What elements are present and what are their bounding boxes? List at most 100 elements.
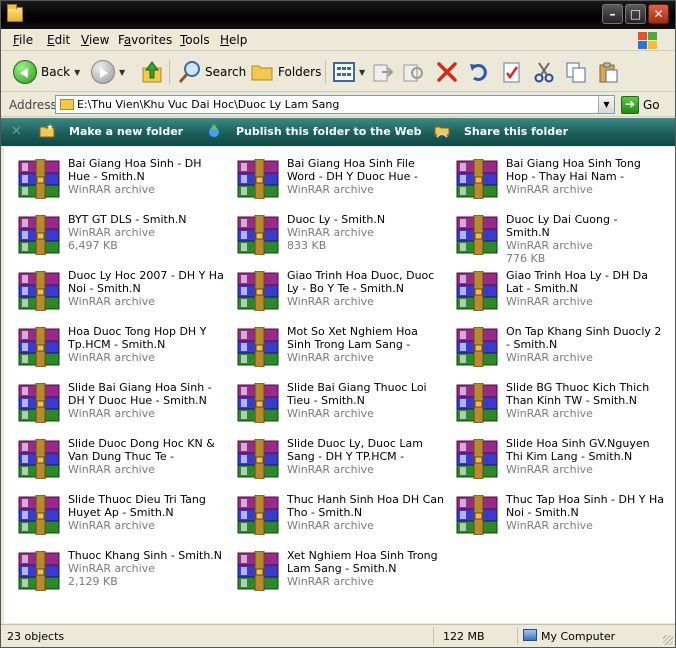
search-button[interactable]: Search [177, 58, 246, 86]
folders-button[interactable]: Folders [250, 58, 321, 86]
windows-logo-icon [637, 31, 659, 49]
file-name: Giao Trinh Hoa Duoc, Duoc Ly - Bo Y Te -… [287, 269, 435, 295]
winrar-archive-icon [18, 214, 62, 256]
chevron-down-icon[interactable]: ▼ [359, 68, 365, 77]
file-name: Thuoc Khang Sinh - Smith.N [68, 549, 223, 562]
title-bar[interactable]: – □ ✕ [1, 1, 675, 29]
menu-help[interactable]: Help [220, 33, 247, 47]
file-name: On Tap Khang Sinh Duocly 2 - Smith.N [506, 325, 662, 351]
file-item[interactable]: On Tap Khang Sinh Duocly 2 - Smith.N WinR… [448, 325, 663, 381]
file-item[interactable]: Bai Giang Hoa Sinh Tong Hop - Thay Hai N… [448, 157, 663, 213]
file-item[interactable]: Mot So Xet Nghiem Hoa Sinh Trong Lam San… [229, 325, 444, 381]
location-label: My Computer [541, 630, 616, 643]
file-type: WinRAR archive [506, 463, 593, 476]
file-item[interactable]: BYT GT DLS - Smith.N WinRAR archive 6,497 … [10, 213, 225, 269]
file-item[interactable]: Slide Bai Giang Hoa Sinh - DH Y Duoc Hue… [10, 381, 225, 437]
menu-file[interactable]: File [13, 33, 33, 47]
up-button[interactable] [141, 58, 163, 86]
winrar-archive-icon [237, 382, 281, 424]
file-item[interactable]: Thuc Hanh Sinh Hoa DH Can Tho - Smith.N W… [229, 493, 444, 549]
winrar-archive-icon [237, 438, 281, 480]
file-item[interactable]: Slide Duoc Dong Hoc KN & Van Dung Thuc T… [10, 437, 225, 493]
close-icon[interactable]: ✕ [11, 124, 22, 139]
address-dropdown-button[interactable]: ▼ [598, 96, 614, 113]
file-item[interactable]: Thuoc Khang Sinh - Smith.N WinRAR archive… [10, 549, 225, 605]
share-folder-icon [434, 126, 450, 138]
folder-tasks-bar: ✕ Make a new folder Publish this folder … [1, 118, 675, 146]
file-item[interactable]: Bai Giang Hoa Sinh File Word - DH Y Duoc… [229, 157, 444, 213]
winrar-archive-icon [456, 326, 500, 368]
file-type: WinRAR archive [68, 519, 155, 532]
address-input[interactable]: E:\Thu Vien\Khu Vuc Dai Hoc\Duoc Ly Lam … [55, 95, 615, 114]
menu-edit[interactable]: Edit [47, 33, 70, 47]
winrar-archive-icon [456, 382, 500, 424]
back-button[interactable]: Back ▼ [13, 58, 80, 86]
address-path[interactable]: E:\Thu Vien\Khu Vuc Dai Hoc\Duoc Ly Lam … [77, 98, 339, 111]
winrar-archive-icon [456, 438, 500, 480]
undo-icon[interactable] [468, 61, 490, 83]
file-name: Xet Nghiem Hoa Sinh Trong Lam Sang - Smi… [287, 549, 438, 575]
file-type: WinRAR archive [287, 183, 374, 196]
file-item[interactable]: Giao Trinh Hoa Ly - DH Da Lat - Smith.N W… [448, 269, 663, 325]
properties-icon[interactable] [501, 61, 523, 83]
file-list[interactable]: Bai Giang Hoa Sinh - DH Hue - Smith.N Win… [1, 147, 675, 623]
copy-to-icon[interactable] [402, 61, 424, 83]
menu-favorites[interactable]: Favorites [118, 33, 172, 47]
file-type: WinRAR archive [287, 226, 374, 239]
maximize-button[interactable]: □ [625, 4, 646, 24]
folders-label: Folders [278, 65, 322, 79]
views-button[interactable]: ▼ [333, 58, 365, 86]
move-to-icon[interactable] [372, 61, 394, 83]
resize-grip[interactable] [663, 635, 673, 645]
file-item[interactable]: Xet Nghiem Hoa Sinh Trong Lam Sang - Smi… [229, 549, 444, 605]
menu-view[interactable]: View [81, 33, 109, 47]
file-name: Mot So Xet Nghiem Hoa Sinh Trong Lam San… [287, 325, 418, 351]
address-label: Address [9, 98, 57, 112]
file-item[interactable]: Bai Giang Hoa Sinh - DH Hue - Smith.N Win… [10, 157, 225, 213]
delete-icon[interactable] [436, 61, 458, 83]
go-arrow-icon: ➔ [621, 96, 639, 114]
make-new-folder-task[interactable]: Make a new folder [39, 124, 183, 138]
chevron-down-icon[interactable]: ▼ [74, 68, 80, 77]
new-folder-icon [39, 124, 55, 138]
publish-folder-task[interactable]: Publish this folder to the Web [206, 124, 422, 138]
share-folder-task[interactable]: Share this folder [434, 124, 568, 138]
winrar-archive-icon [18, 550, 62, 592]
file-item[interactable]: Slide BG Thuoc Kich Thich Than Kinh TW -… [448, 381, 663, 437]
file-type: WinRAR archive [287, 407, 374, 420]
total-size: 122 MB [443, 630, 485, 643]
file-item[interactable]: Slide Hoa Sinh GV.Nguyen Thi Kim Lang - … [448, 437, 663, 493]
file-item[interactable]: Slide Thuoc Dieu Tri Tang Huyet Ap - Smi… [10, 493, 225, 549]
winrar-archive-icon [456, 270, 500, 312]
minimize-button[interactable]: – [602, 4, 623, 24]
file-name: Duoc Ly Hoc 2007 - DH Y Ha Noi - Smith.N [68, 269, 224, 295]
file-item[interactable]: Slide Bai Giang Thuoc Loi Tieu - Smith.N… [229, 381, 444, 437]
file-type: WinRAR archive [68, 226, 155, 239]
file-name: Slide Hoa Sinh GV.Nguyen Thi Kim Lang - … [506, 437, 650, 463]
file-item[interactable]: Thuc Tap Hoa Sinh - DH Y Ha Noi - Smith.… [448, 493, 664, 549]
winrar-archive-icon [18, 382, 62, 424]
winrar-archive-icon [456, 158, 500, 200]
go-button[interactable]: ➔ Go [621, 96, 660, 114]
my-computer-icon [523, 629, 537, 641]
file-item[interactable]: Duoc Ly Hoc 2007 - DH Y Ha Noi - Smith.N… [10, 269, 225, 325]
paste-icon[interactable] [597, 61, 619, 83]
file-item[interactable]: Hoa Duoc Tong Hop DH Y Tp.HCM - Smith.N W… [10, 325, 225, 381]
file-type: WinRAR archive [287, 351, 374, 364]
file-item[interactable]: Duoc Ly - Smith.N WinRAR archive 833 KB [229, 213, 444, 269]
file-item[interactable]: Slide Duoc Ly, Duoc Lam Sang - DH Y TP.H… [229, 437, 444, 493]
file-type: WinRAR archive [68, 463, 155, 476]
forward-button[interactable]: ▼ [91, 58, 125, 86]
file-type: WinRAR archive [287, 295, 374, 308]
file-type: WinRAR archive [506, 183, 593, 196]
close-button[interactable]: ✕ [648, 4, 669, 24]
file-item[interactable]: Giao Trinh Hoa Duoc, Duoc Ly - Bo Y Te -… [229, 269, 444, 325]
toolbar: Back ▼ ▼ Search Folders ▼ [1, 52, 675, 92]
file-item[interactable]: Duoc Ly Dai Cuong - Smith.N WinRAR archiv… [448, 213, 663, 269]
make-new-folder-label: Make a new folder [69, 124, 184, 138]
chevron-down-icon[interactable]: ▼ [119, 68, 125, 77]
cut-icon[interactable] [533, 61, 555, 83]
file-name: Slide Thuoc Dieu Tri Tang Huyet Ap - Smi… [68, 493, 206, 519]
menu-tools[interactable]: Tools [180, 33, 210, 47]
copy-icon[interactable] [565, 61, 587, 83]
